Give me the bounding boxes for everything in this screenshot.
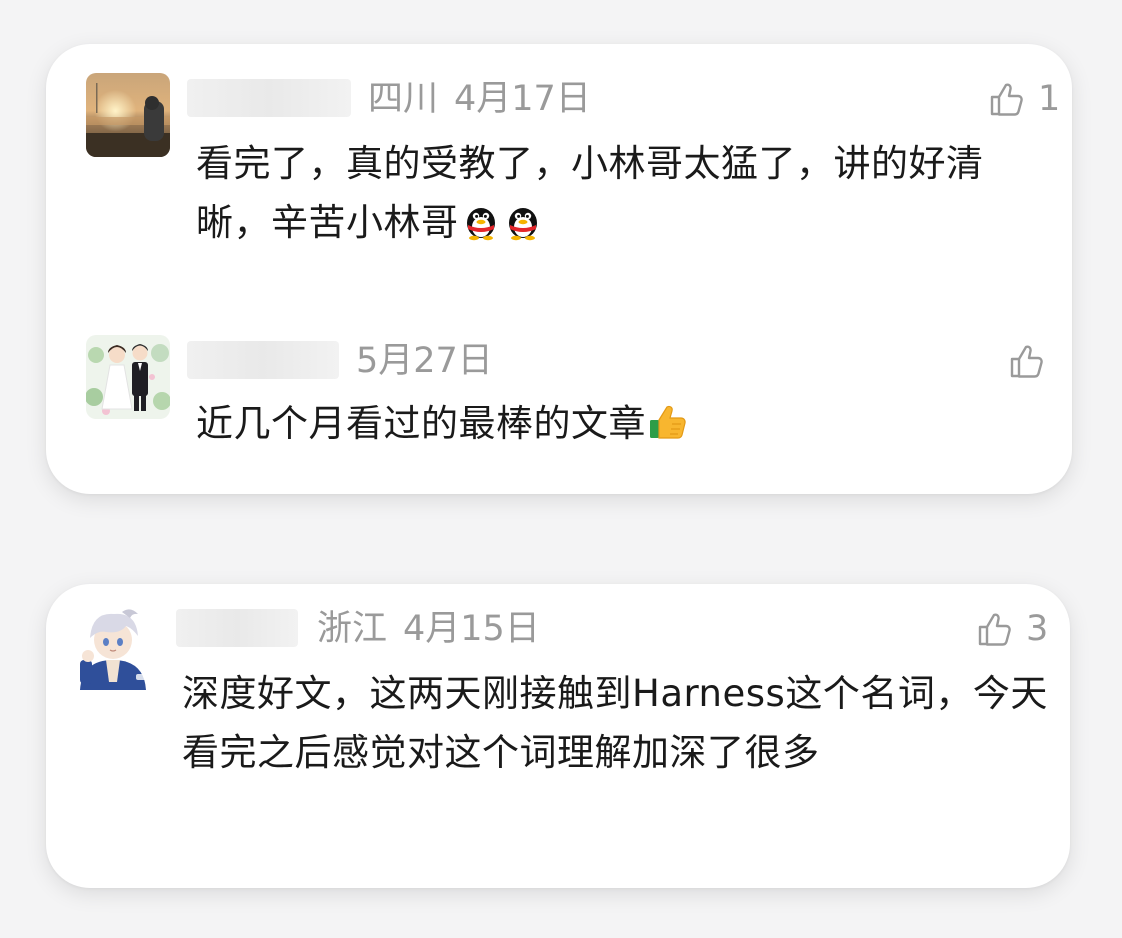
username-blurred[interactable] (187, 79, 351, 117)
comment-item: 浙江 4月15日 3 深度好文，这两天刚接触到Harness这个名词，今天看完之后… (46, 584, 1070, 888)
comment-region: 四川 (368, 79, 439, 119)
avatar[interactable] (86, 73, 170, 157)
thumbs-up-emoji (648, 402, 688, 442)
comment-date: 4月17日 (454, 79, 591, 119)
username-blurred[interactable] (187, 341, 339, 379)
sunset-avatar-image (86, 73, 170, 157)
comment-card: 四川 4月17日 1 看完了，真的受教了，小林哥太猛了，讲的好清晰，辛苦小林哥 (46, 44, 1072, 494)
like-button[interactable]: 1 (986, 79, 1060, 119)
comment-card: 浙江 4月15日 3 深度好文，这两天刚接触到Harness这个名词，今天看完之后… (46, 584, 1070, 888)
qq-penguin-icon (503, 201, 543, 241)
comment-region: 浙江 (317, 609, 388, 649)
like-button[interactable]: 3 (974, 609, 1048, 649)
avatar[interactable] (86, 335, 170, 419)
comment-text-content: 深度好文，这两天刚接触到Harness这个名词，今天看完之后感觉对这个词理解加深… (182, 672, 1048, 774)
comment-text-content: 近几个月看过的最棒的文章 (196, 402, 646, 445)
like-button[interactable] (1006, 341, 1046, 381)
comment-meta: 四川 4月17日 (368, 79, 591, 119)
wedding-couple-avatar-image (86, 335, 170, 419)
thumbs-up-icon (978, 613, 1011, 646)
like-count: 3 (1026, 609, 1049, 649)
username-blurred[interactable] (176, 609, 298, 647)
comment-meta: 浙江 4月15日 (317, 609, 540, 649)
comment-text: 近几个月看过的最棒的文章 (196, 394, 1046, 453)
comment-text-content: 看完了，真的受教了，小林哥太猛了，讲的好清晰，辛苦小林哥 (196, 142, 984, 244)
comment-item: 5月27日 近几个月看过的最棒的文章 (46, 304, 1072, 494)
comment-date: 5月27日 (356, 341, 493, 381)
comment-date: 4月15日 (403, 609, 540, 649)
comment-text: 看完了，真的受教了，小林哥太猛了，讲的好清晰，辛苦小林哥 (196, 134, 1046, 252)
thumbs-up-icon (1010, 345, 1043, 378)
like-count: 1 (1038, 79, 1061, 119)
qq-penguin-icon (461, 201, 501, 241)
avatar[interactable] (70, 604, 156, 690)
comment-meta: 5月27日 (356, 341, 493, 381)
comment-item: 四川 4月17日 1 看完了，真的受教了，小林哥太猛了，讲的好清晰，辛苦小林哥 (46, 44, 1072, 294)
anime-boy-avatar-image (70, 604, 156, 690)
thumbs-up-icon (990, 83, 1023, 116)
comment-text: 深度好文，这两天刚接触到Harness这个名词，今天看完之后感觉对这个词理解加深… (182, 664, 1052, 782)
